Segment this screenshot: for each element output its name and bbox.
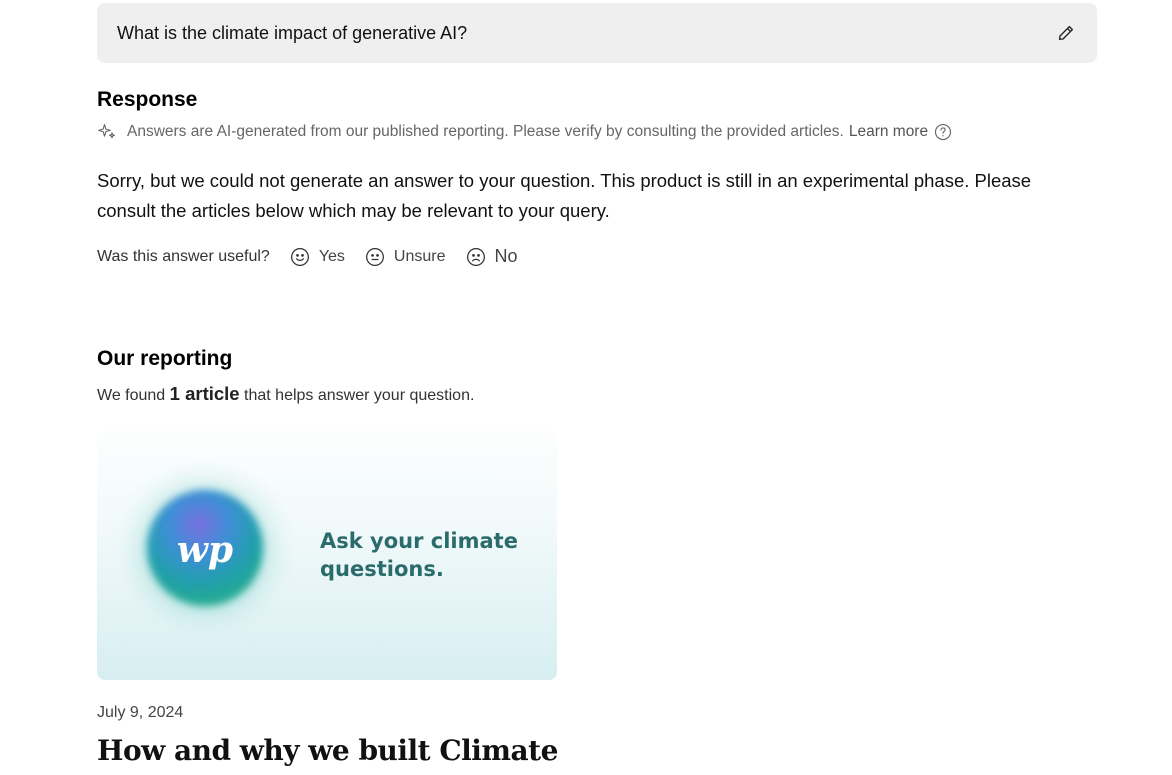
feedback-yes-button[interactable]: Yes xyxy=(290,247,345,267)
feedback-no-button[interactable]: No xyxy=(466,246,518,267)
feedback-prompt: Was this answer useful? xyxy=(97,247,270,265)
page: What is the climate impact of generative… xyxy=(0,0,1172,775)
answer-text: Sorry, but we could not generate an answ… xyxy=(97,170,1032,221)
article-title-link[interactable]: How and why we built Climate xyxy=(97,734,558,767)
feedback-yes-label: Yes xyxy=(318,247,345,265)
learn-more-label: Learn more xyxy=(848,123,929,140)
feedback-bar: Was this answer useful? Yes Unsure No xyxy=(97,246,518,267)
question-text: What is the climate impact of generative… xyxy=(117,22,468,43)
question-circle-icon xyxy=(935,123,952,141)
feedback-unsure-label: Unsure xyxy=(393,247,446,265)
found-suffix: that helps answer your question. xyxy=(244,387,475,404)
wp-logo: wp xyxy=(177,529,233,571)
ai-disclaimer: Answers are AI-generated from our publis… xyxy=(97,122,952,142)
neutral-face-icon xyxy=(365,247,384,266)
feedback-no-label: No xyxy=(494,246,518,266)
edit-question-button[interactable] xyxy=(1055,22,1077,44)
thumbnail-caption: Ask your climate questions. xyxy=(320,529,518,581)
found-prefix: We found xyxy=(97,387,166,404)
article-thumbnail[interactable]: wp Ask your climate questions. xyxy=(97,430,557,680)
sparkle-icon xyxy=(98,123,116,139)
reporting-heading: Our reporting xyxy=(97,347,233,370)
feedback-unsure-button[interactable]: Unsure xyxy=(365,247,446,267)
smile-icon xyxy=(290,247,309,266)
pencil-icon xyxy=(1058,25,1074,41)
found-count: 1 article xyxy=(169,383,240,404)
article-date: July 9, 2024 xyxy=(97,704,184,721)
response-heading: Response xyxy=(97,88,198,111)
frown-icon xyxy=(466,247,485,266)
disclaimer-text: Answers are AI-generated from our publis… xyxy=(127,123,844,140)
found-summary: We found 1 article that helps answer you… xyxy=(97,383,474,405)
question-box: What is the climate impact of generative… xyxy=(97,3,1097,63)
learn-more-link[interactable]: Learn more xyxy=(849,123,952,141)
